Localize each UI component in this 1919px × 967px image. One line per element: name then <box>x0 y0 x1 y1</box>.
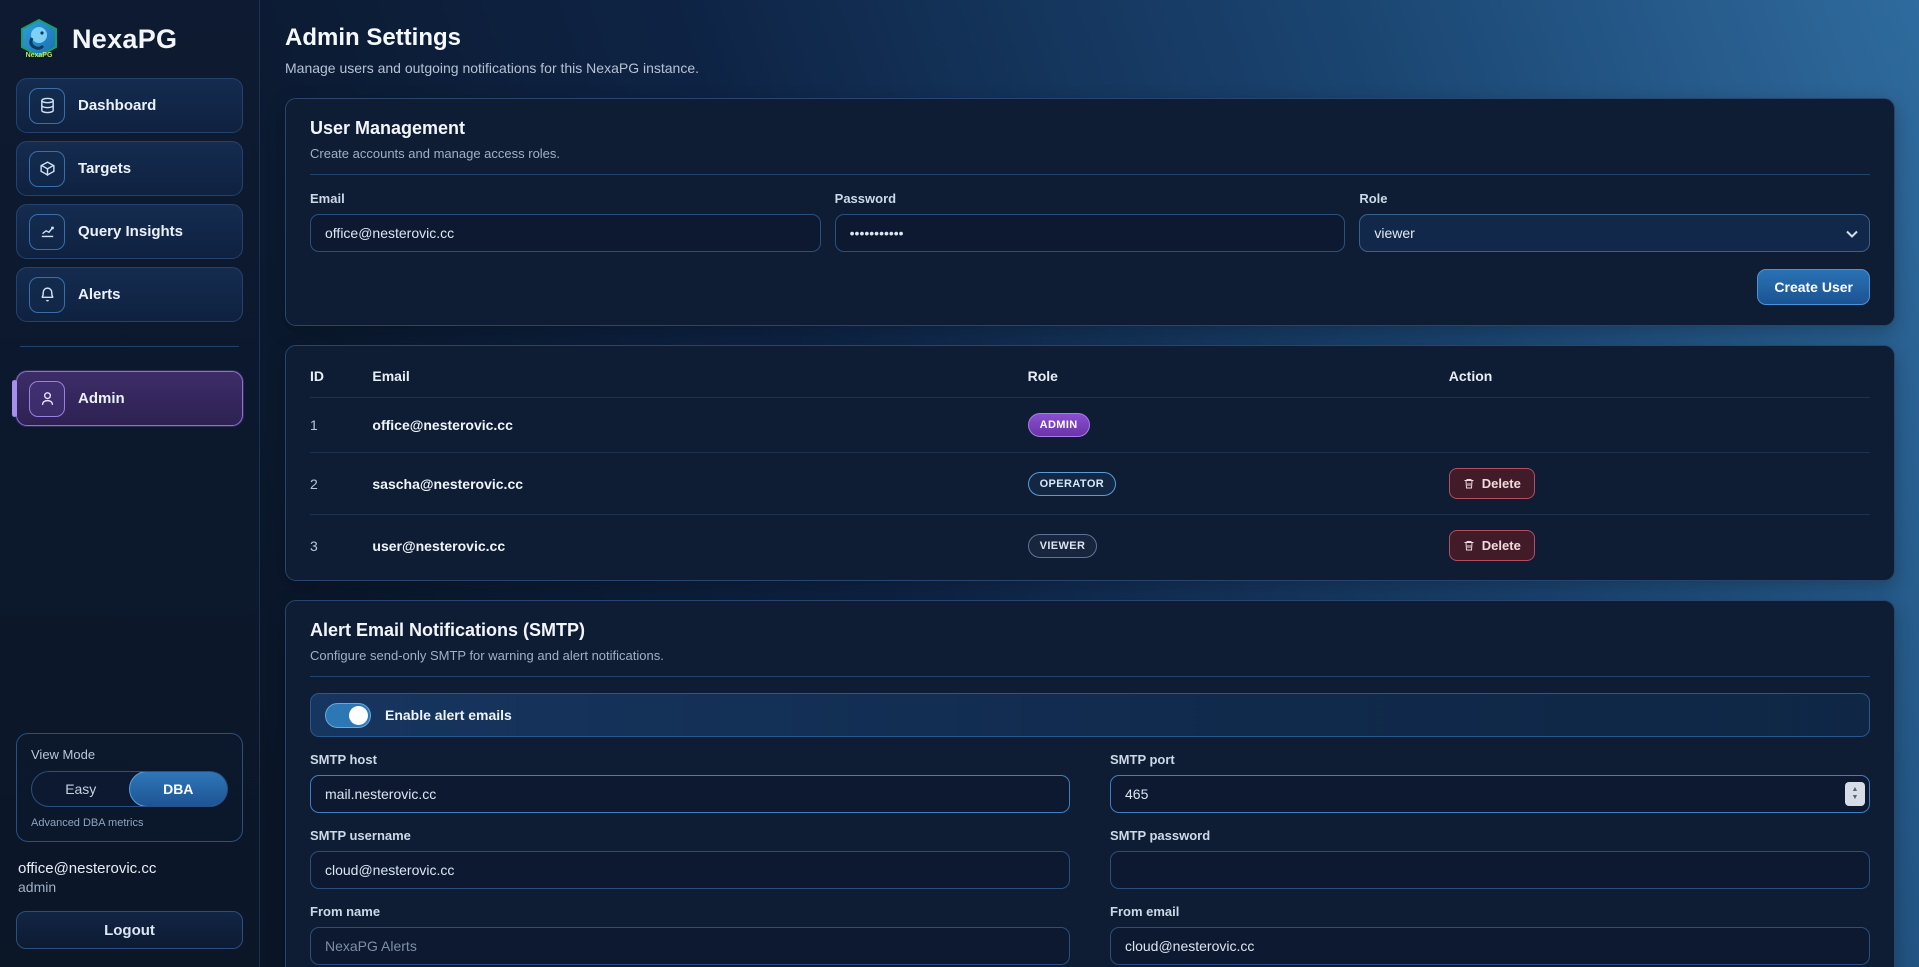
create-user-button[interactable]: Create User <box>1757 269 1870 305</box>
page-title: Admin Settings <box>285 24 1895 52</box>
smtp-username-group: SMTP username <box>310 828 1070 889</box>
user-email: office@nesterovic.cc <box>372 398 1027 453</box>
sidebar-nav: Dashboard Targets Query Insights Alerts <box>16 78 243 426</box>
sidebar-item-label: Targets <box>78 160 131 177</box>
password-field-group: Password <box>835 191 1346 252</box>
main-content: Admin Settings Manage users and outgoing… <box>260 0 1919 967</box>
smtp-password-group: SMTP password <box>1110 828 1870 889</box>
users-table-card: ID Email Role Action 1 office@nesterovic… <box>285 345 1895 581</box>
database-icon <box>29 88 65 124</box>
column-header-id: ID <box>310 352 372 398</box>
sidebar-item-query-insights[interactable]: Query Insights <box>16 204 243 259</box>
smtp-username-label: SMTP username <box>310 828 1070 843</box>
page-subtitle: Manage users and outgoing notifications … <box>285 60 1895 76</box>
view-mode-card: View Mode Easy DBA Advanced DBA metrics <box>16 733 243 842</box>
enable-alert-emails-label: Enable alert emails <box>385 707 512 723</box>
role-badge-operator: OPERATOR <box>1028 472 1117 496</box>
logout-button[interactable]: Logout <box>16 911 243 949</box>
trash-icon <box>1463 477 1475 490</box>
sidebar: NexaPG NexaPG Dashboard Targets Query In… <box>0 0 260 967</box>
sidebar-item-label: Alerts <box>78 286 121 303</box>
enable-alert-emails-toggle[interactable] <box>325 703 371 728</box>
from-name-group: From name <box>310 904 1070 965</box>
column-header-action: Action <box>1449 352 1870 398</box>
email-label: Email <box>310 191 821 206</box>
column-header-role: Role <box>1028 352 1449 398</box>
divider <box>310 174 1870 175</box>
role-badge-admin: ADMIN <box>1028 413 1090 437</box>
table-row: 2 sascha@nesterovic.cc OPERATOR Delete <box>310 453 1870 515</box>
from-name-field[interactable] <box>310 927 1070 965</box>
smtp-title: Alert Email Notifications (SMTP) <box>310 620 1870 641</box>
smtp-password-field[interactable] <box>1110 851 1870 889</box>
view-mode-easy-button[interactable]: Easy <box>32 772 130 806</box>
sidebar-divider <box>20 346 239 347</box>
divider <box>310 676 1870 677</box>
role-label: Role <box>1359 191 1870 206</box>
number-spinner-icon[interactable]: ▲▼ <box>1845 782 1865 806</box>
role-select[interactable]: viewer <box>1359 214 1870 252</box>
password-field[interactable] <box>835 214 1346 252</box>
from-email-group: From email <box>1110 904 1870 965</box>
user-management-card: User Management Create accounts and mana… <box>285 98 1895 326</box>
current-user-email: office@nesterovic.cc <box>16 860 243 877</box>
column-header-email: Email <box>372 352 1027 398</box>
sidebar-item-label: Query Insights <box>78 223 183 240</box>
svg-text:NexaPG: NexaPG <box>26 52 53 59</box>
smtp-host-group: SMTP host <box>310 752 1070 813</box>
brand-title: NexaPG <box>72 24 177 55</box>
password-label: Password <box>835 191 1346 206</box>
user-management-title: User Management <box>310 118 1870 139</box>
sidebar-item-alerts[interactable]: Alerts <box>16 267 243 322</box>
smtp-subtitle: Configure send-only SMTP for warning and… <box>310 648 1870 663</box>
sidebar-item-targets[interactable]: Targets <box>16 141 243 196</box>
smtp-port-label: SMTP port <box>1110 752 1870 767</box>
current-user-role: admin <box>16 877 243 911</box>
sidebar-item-label: Admin <box>78 390 125 407</box>
smtp-port-group: SMTP port ▲▼ <box>1110 752 1870 813</box>
table-row: 3 user@nesterovic.cc VIEWER Delete <box>310 515 1870 577</box>
from-email-field[interactable] <box>1110 927 1870 965</box>
smtp-host-field[interactable] <box>310 775 1070 813</box>
delete-user-button[interactable]: Delete <box>1449 530 1535 561</box>
action-cell-empty <box>1449 398 1870 453</box>
nexapg-logo-icon: NexaPG <box>18 18 60 60</box>
sidebar-item-dashboard[interactable]: Dashboard <box>16 78 243 133</box>
user-email: sascha@nesterovic.cc <box>372 453 1027 515</box>
view-mode-label: View Mode <box>31 747 228 762</box>
bell-icon <box>29 277 65 313</box>
user-management-subtitle: Create accounts and manage access roles. <box>310 146 1870 161</box>
user-icon <box>29 381 65 417</box>
cube-icon <box>29 151 65 187</box>
from-name-label: From name <box>310 904 1070 919</box>
table-row: 1 office@nesterovic.cc ADMIN <box>310 398 1870 453</box>
user-id: 3 <box>310 515 372 577</box>
delete-user-button[interactable]: Delete <box>1449 468 1535 499</box>
from-email-label: From email <box>1110 904 1870 919</box>
user-email: user@nesterovic.cc <box>372 515 1027 577</box>
smtp-password-label: SMTP password <box>1110 828 1870 843</box>
role-badge-viewer: VIEWER <box>1028 534 1098 558</box>
sidebar-item-admin[interactable]: Admin <box>16 371 243 426</box>
email-field[interactable] <box>310 214 821 252</box>
trash-icon <box>1463 539 1475 552</box>
email-field-group: Email <box>310 191 821 252</box>
brand: NexaPG NexaPG <box>16 14 243 78</box>
smtp-host-label: SMTP host <box>310 752 1070 767</box>
users-table: ID Email Role Action 1 office@nesterovic… <box>310 352 1870 576</box>
smtp-card: Alert Email Notifications (SMTP) Configu… <box>285 600 1895 967</box>
smtp-port-field[interactable] <box>1110 775 1870 813</box>
role-field-group: Role viewer <box>1359 191 1870 252</box>
user-id: 2 <box>310 453 372 515</box>
view-mode-caption: Advanced DBA metrics <box>31 817 228 829</box>
sidebar-item-label: Dashboard <box>78 97 156 114</box>
view-mode-segmented-control: Easy DBA <box>31 771 228 807</box>
user-id: 1 <box>310 398 372 453</box>
chart-line-icon <box>29 214 65 250</box>
view-mode-dba-button[interactable]: DBA <box>129 771 229 807</box>
enable-alert-emails-panel: Enable alert emails <box>310 693 1870 737</box>
smtp-username-field[interactable] <box>310 851 1070 889</box>
